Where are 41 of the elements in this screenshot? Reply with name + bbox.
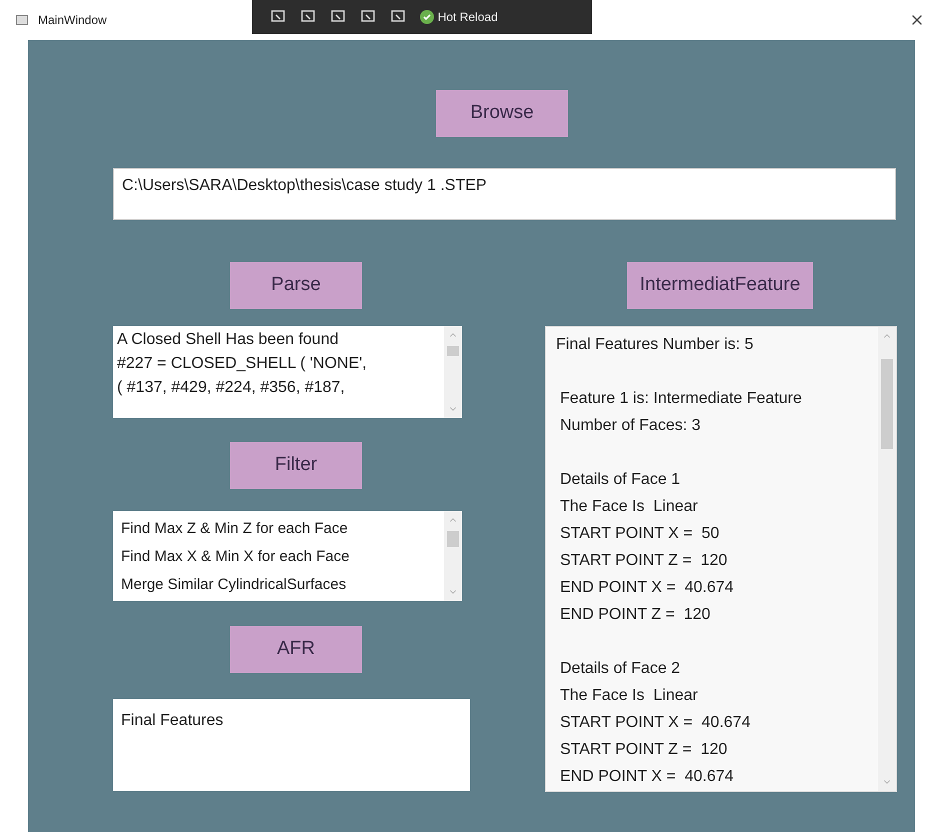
output-line: END POINT X = 40.674: [560, 578, 735, 598]
scroll-thumb[interactable]: [447, 531, 459, 547]
action-button[interactable]: Browse: [436, 90, 568, 137]
check-icon: [420, 10, 434, 24]
action-button[interactable]: Filter: [230, 442, 362, 489]
scroll-thumb[interactable]: [881, 359, 893, 449]
hot-reload-status[interactable]: Hot Reload: [420, 8, 498, 26]
scrollbar[interactable]: [878, 327, 896, 791]
action-button[interactable]: Parse: [230, 262, 362, 309]
output-line: The Face Is Linear: [560, 686, 699, 706]
output-line: END POINT Z = 120: [560, 605, 712, 625]
output-line: Details of Face 1: [560, 470, 682, 490]
parse-output-box[interactable]: A Closed Shell Has been found #227 = CLOSED_SHELL ( 'NONE', ( #137, #429, #224, #356, #187,: [113, 326, 462, 418]
scroll-thumb[interactable]: [447, 346, 459, 356]
output-line: The Face Is Linear: [560, 497, 699, 517]
output-line: START POINT X = 50: [560, 524, 720, 544]
output-line: START POINT Z = 120: [560, 740, 728, 760]
output-line: START POINT X = 40.674: [560, 713, 752, 733]
filter-steps-list[interactable]: Find Max Z & Min Z for each Face Find Max X & Min X for each Face Merge Similar CylindricalSurfaces: [113, 511, 462, 601]
output-line: Final Features: [121, 711, 224, 731]
window-title: MainWindow: [38, 12, 107, 29]
features-output-box[interactable]: [545, 326, 897, 792]
output-line: Feature 1 is: Intermediate Feature: [560, 389, 803, 409]
app-icon: [16, 15, 28, 25]
output-line: A Closed Shell Has been found: [117, 330, 340, 350]
scrollbar[interactable]: [444, 511, 462, 601]
output-line: Number of Faces: 3: [560, 416, 702, 436]
output-line: Details of Face 2: [560, 659, 682, 679]
action-button[interactable]: IntermediatFeature: [627, 262, 813, 309]
output-line: START POINT Z = 120: [560, 551, 728, 571]
scrollbar[interactable]: [444, 326, 462, 418]
list-item[interactable]: Find Max Z & Min Z for each Face: [121, 515, 436, 543]
output-line: END POINT X = 40.674: [560, 767, 735, 787]
afr-output-box[interactable]: Final Features: [113, 699, 470, 791]
output-line: Final Features Number is: 5: [556, 335, 754, 355]
output-line: ( #137, #429, #224, #356, #187,: [117, 378, 346, 398]
file-path-field[interactable]: C:\Users\SARA\Desktop\thesis\case study 1 .STEP: [113, 168, 896, 220]
action-button[interactable]: AFR: [230, 626, 362, 673]
list-item[interactable]: Find Max X & Min X for each Face: [121, 543, 436, 571]
output-line: #227 = CLOSED_SHELL ( 'NONE',: [117, 354, 368, 374]
list-item[interactable]: Merge Similar CylindricalSurfaces: [121, 571, 436, 599]
